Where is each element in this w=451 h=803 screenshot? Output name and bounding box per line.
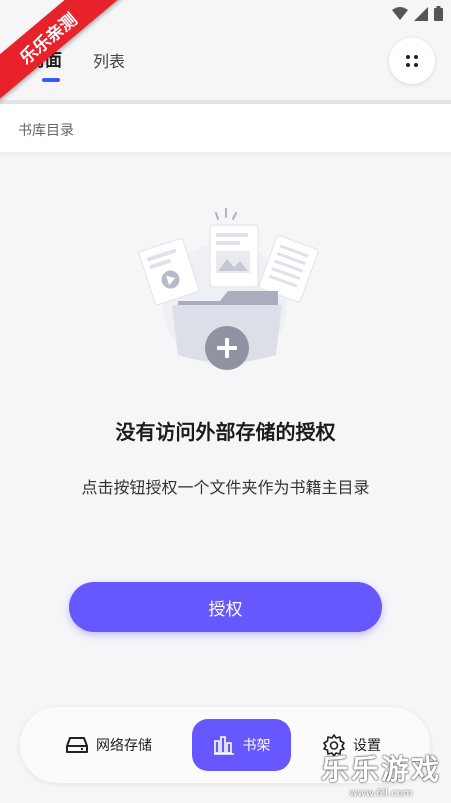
empty-folder-illustration (138, 208, 319, 370)
authorize-button[interactable]: 授权 (69, 582, 382, 632)
bookshelf-icon (213, 736, 234, 755)
nav-item-label: 书架 (242, 738, 271, 754)
nav-item-bookshelf[interactable]: 书架 (192, 719, 291, 771)
empty-state-description: 点击按钮授权一个文件夹作为书籍主目录 (81, 478, 370, 497)
tab-list[interactable]: 列表 (93, 48, 125, 72)
watermark: 乐乐游戏 www.6ll.com (321, 748, 441, 799)
signal-icon (414, 6, 428, 21)
tab-indicator (42, 78, 60, 82)
nav-item-network-storage[interactable]: 网络存储 (66, 719, 152, 771)
wifi-icon (392, 6, 408, 20)
battery-icon (434, 6, 443, 21)
watermark-url: www.6ll.com (349, 788, 413, 799)
breadcrumb[interactable]: 书库目录 (0, 104, 451, 152)
breadcrumb-label: 书库目录 (18, 123, 74, 139)
nav-item-label: 网络存储 (96, 738, 152, 754)
drive-icon (66, 737, 88, 753)
grid-dots-icon (406, 55, 418, 67)
more-button[interactable] (389, 38, 435, 84)
watermark-text: 乐乐游戏 (320, 753, 441, 786)
empty-state-title: 没有访问外部存储的授权 (115, 420, 336, 444)
